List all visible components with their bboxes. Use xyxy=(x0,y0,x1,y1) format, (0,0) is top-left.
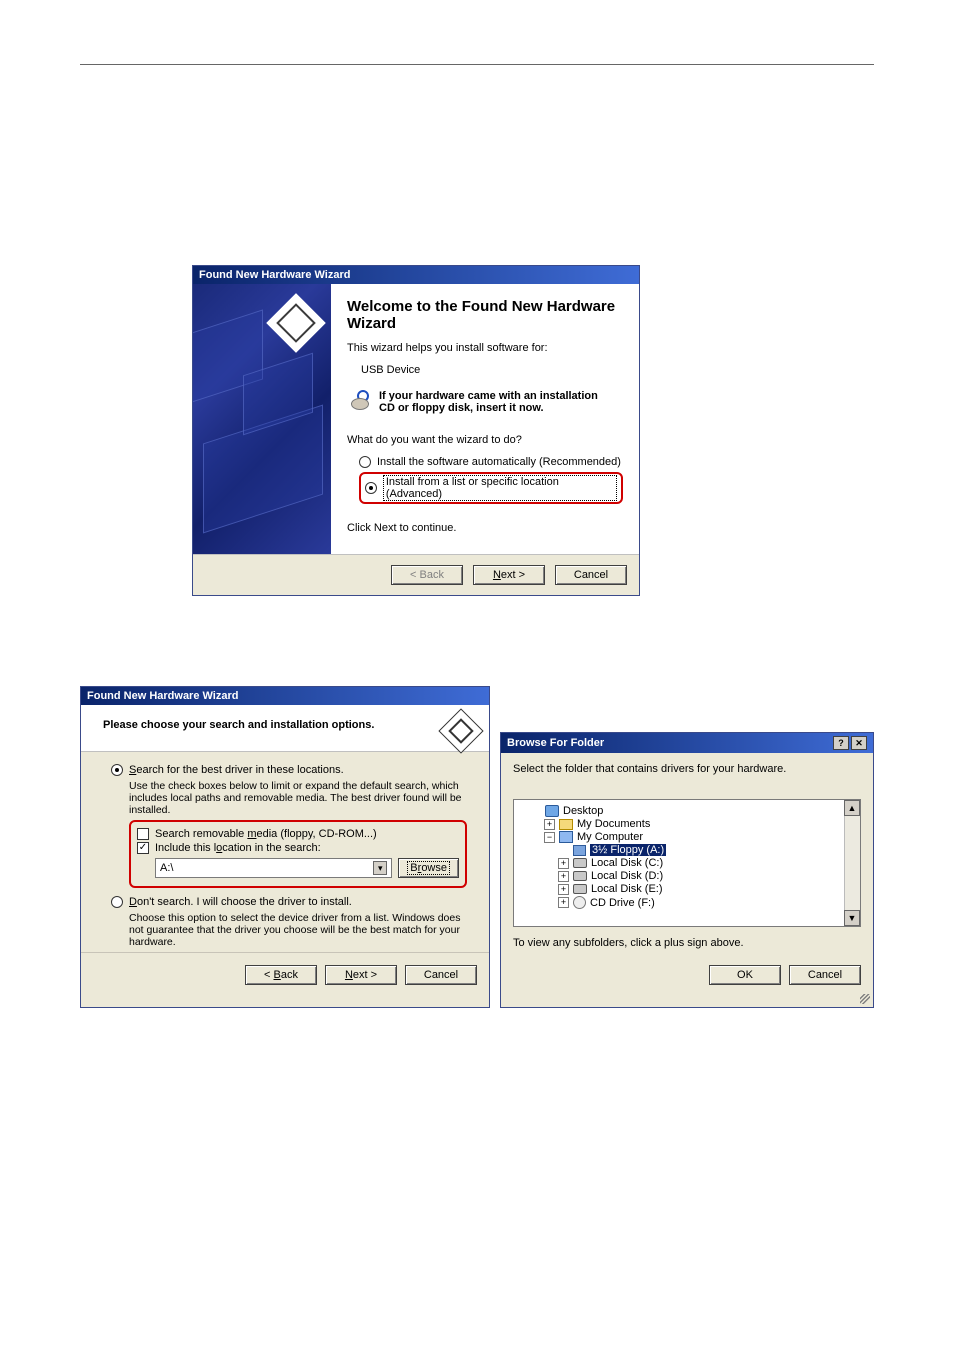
chip-icon xyxy=(438,708,483,753)
radio-search-best[interactable]: Search for the best driver in these loca… xyxy=(111,764,467,776)
radio-list-label: Install from a list or specific location… xyxy=(383,475,617,501)
scroll-up-icon[interactable]: ▲ xyxy=(844,800,860,816)
cancel-button[interactable]: Cancel xyxy=(555,565,627,585)
tree-node-c[interactable]: + Local Disk (C:) xyxy=(558,857,858,869)
tree-label: Desktop xyxy=(563,805,603,817)
scroll-down-icon[interactable]: ▼ xyxy=(844,910,860,926)
tree-node-floppy[interactable]: 3½ Floppy (A:) xyxy=(558,844,858,856)
radio-dont-search[interactable]: Don't search. I will choose the driver t… xyxy=(111,896,467,908)
browse-message: Select the folder that contains drivers … xyxy=(513,763,861,775)
computer-icon xyxy=(559,831,573,843)
wizard-dialog-1: Found New Hardware Wizard Welcome to the… xyxy=(192,265,640,596)
folder-tree[interactable]: ▲ ▼ Desktop + My Documents xyxy=(513,799,861,927)
tree-node-mycomputer[interactable]: − My Computer xyxy=(544,831,858,843)
cancel-button[interactable]: Cancel xyxy=(789,965,861,985)
search-desc: Use the check boxes below to limit or ex… xyxy=(129,780,467,816)
radio-auto-label: Install the software automatically (Reco… xyxy=(377,456,621,468)
help-button[interactable]: ? xyxy=(833,736,849,750)
tree-node-d[interactable]: + Local Disk (D:) xyxy=(558,870,858,882)
wizard-intro: This wizard helps you install software f… xyxy=(347,342,623,354)
floppy-icon xyxy=(573,845,586,856)
tree-label: Local Disk (E:) xyxy=(591,883,663,895)
tree-node-f[interactable]: + CD Drive (F:) xyxy=(558,896,858,909)
dropdown-icon[interactable]: ▾ xyxy=(373,861,387,875)
expand-icon[interactable]: + xyxy=(558,871,569,882)
highlight-ring-advanced: Install from a list or specific location… xyxy=(359,472,623,504)
continue-note: Click Next to continue. xyxy=(347,522,623,534)
device-name: USB Device xyxy=(361,364,623,376)
titlebar-text: Found New Hardware Wizard xyxy=(199,269,350,281)
chk-include-location[interactable]: ✓ Include this location in the search: xyxy=(137,842,459,854)
next-button[interactable]: Next > xyxy=(325,965,397,985)
radio-list-install[interactable] xyxy=(365,482,377,494)
tree-node-e[interactable]: + Local Disk (E:) xyxy=(558,883,858,895)
desktop-icon xyxy=(545,805,559,817)
chip-icon xyxy=(266,293,325,352)
drive-icon xyxy=(573,858,587,868)
titlebar: Found New Hardware Wizard xyxy=(81,687,489,705)
dialog2-heading: Please choose your search and installati… xyxy=(103,715,374,731)
expand-icon[interactable]: + xyxy=(558,897,569,908)
next-button[interactable]: Next > xyxy=(473,565,545,585)
expand-icon[interactable]: + xyxy=(544,819,555,830)
cancel-button[interactable]: Cancel xyxy=(405,965,477,985)
tree-label: My Computer xyxy=(577,831,643,843)
wizard-question: What do you want the wizard to do? xyxy=(347,434,623,446)
chk-location-label: Include this location in the search: xyxy=(155,842,321,854)
location-value: A:\ xyxy=(160,862,173,874)
drive-icon xyxy=(573,884,587,894)
titlebar-text: Found New Hardware Wizard xyxy=(87,690,238,702)
collapse-icon[interactable]: − xyxy=(544,832,555,843)
titlebar-text: Browse For Folder xyxy=(507,737,604,749)
titlebar: Found New Hardware Wizard xyxy=(193,266,639,284)
chk-removable[interactable]: Search removable media (floppy, CD-ROM..… xyxy=(137,828,459,840)
browse-folder-dialog: Browse For Folder ? ✕ Select the folder … xyxy=(500,732,874,1008)
back-button[interactable]: < Back xyxy=(391,565,463,585)
insert-disc-icon xyxy=(347,390,373,416)
wizard-dialog-2: Found New Hardware Wizard Please choose … xyxy=(80,686,490,1008)
close-button[interactable]: ✕ xyxy=(851,736,867,750)
dont-search-desc: Choose this option to select the device … xyxy=(129,912,467,948)
tree-label: My Documents xyxy=(577,818,650,830)
tree-label: Local Disk (D:) xyxy=(591,870,663,882)
browse-button[interactable]: Browse xyxy=(398,858,459,878)
highlight-ring-location: Search removable media (floppy, CD-ROM..… xyxy=(129,820,467,888)
radio-search-label: Search for the best driver in these loca… xyxy=(129,764,344,776)
radio-dont-label: Don't search. I will choose the driver t… xyxy=(129,896,352,908)
radio-auto-install[interactable]: Install the software automatically (Reco… xyxy=(359,456,623,468)
resize-grip-icon[interactable] xyxy=(501,995,873,1007)
chk-removable-label: Search removable media (floppy, CD-ROM..… xyxy=(155,828,377,840)
expand-icon[interactable]: + xyxy=(558,858,569,869)
tree-label: CD Drive (F:) xyxy=(590,897,655,909)
tree-node-desktop[interactable]: Desktop xyxy=(530,805,858,817)
expand-icon[interactable]: + xyxy=(558,884,569,895)
wizard-side-graphic xyxy=(193,284,331,554)
back-button[interactable]: < Back xyxy=(245,965,317,985)
location-combo[interactable]: A:\ ▾ xyxy=(155,858,392,878)
drive-icon xyxy=(573,871,587,881)
cd-floppy-note: If your hardware came with an installati… xyxy=(379,390,609,414)
tree-label: Local Disk (C:) xyxy=(591,857,663,869)
tree-label-selected: 3½ Floppy (A:) xyxy=(590,844,666,856)
folder-icon xyxy=(559,819,573,830)
scroll-track[interactable] xyxy=(844,816,860,910)
browse-hint: To view any subfolders, click a plus sig… xyxy=(513,937,861,949)
wizard-heading: Welcome to the Found New Hardware Wizard xyxy=(347,298,623,332)
ok-button[interactable]: OK xyxy=(709,965,781,985)
top-divider xyxy=(80,64,874,65)
tree-node-mydocs[interactable]: + My Documents xyxy=(544,818,858,830)
titlebar: Browse For Folder ? ✕ xyxy=(501,733,873,753)
cd-icon xyxy=(573,896,586,909)
